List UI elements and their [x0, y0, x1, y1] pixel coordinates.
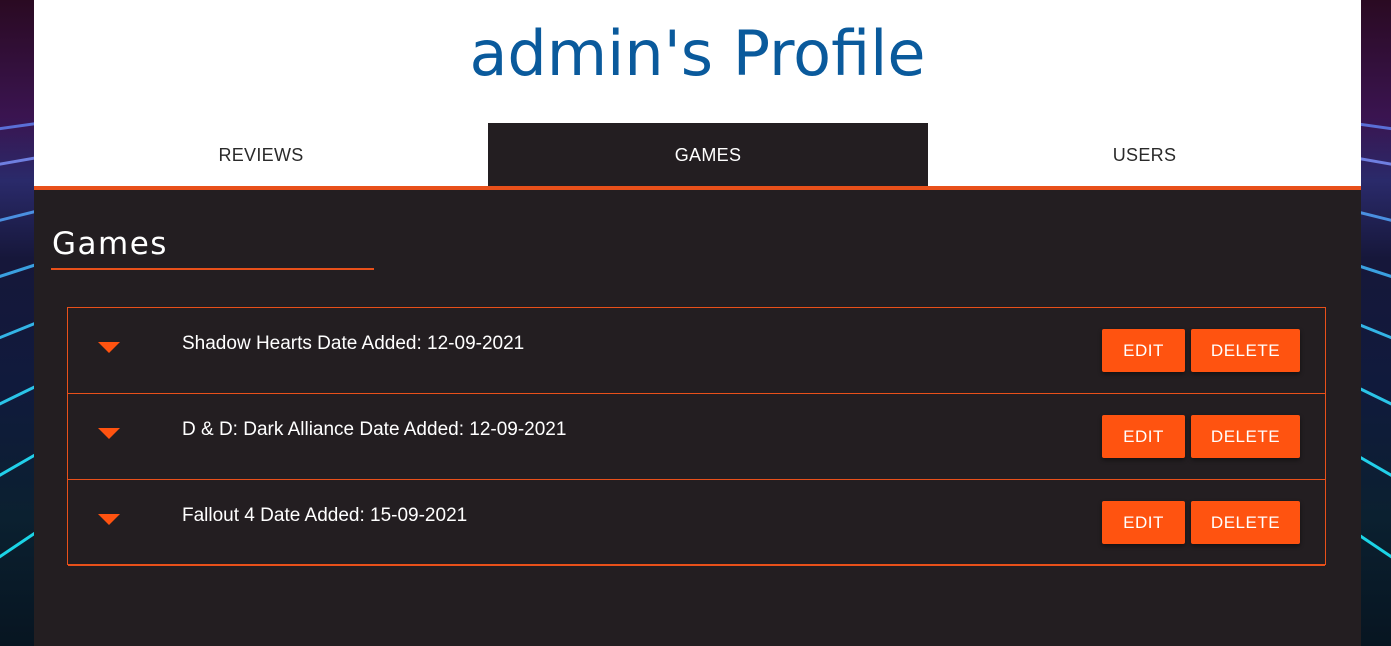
list-item: Shadow Hearts Date Added: 12-09-2021 EDI… [68, 308, 1325, 394]
game-title: Fallout 4 Date Added: 15-09-2021 [182, 505, 468, 526]
profile-tabs: REVIEWS GAMES USERS [34, 123, 1361, 187]
game-title: Shadow Hearts Date Added: 12-09-2021 [182, 333, 525, 354]
game-title: D & D: Dark Alliance Date Added: 12-09-2… [182, 419, 567, 440]
section-divider [51, 268, 374, 270]
delete-button[interactable]: DELETE [1191, 329, 1300, 372]
caret-down-icon[interactable] [98, 514, 120, 526]
tab-users[interactable]: USERS [928, 123, 1361, 187]
edit-button[interactable]: EDIT [1102, 415, 1185, 458]
tab-games[interactable]: GAMES [488, 123, 928, 187]
profile-header: admin's Profile REVIEWS GAMES USERS [34, 0, 1361, 187]
profile-panel: admin's Profile REVIEWS GAMES USERS Game… [34, 0, 1361, 646]
tab-indicator-bar [34, 186, 1361, 190]
edit-button[interactable]: EDIT [1102, 329, 1185, 372]
section-heading: Games [52, 226, 168, 262]
list-item: D & D: Dark Alliance Date Added: 12-09-2… [68, 394, 1325, 480]
tab-reviews[interactable]: REVIEWS [34, 123, 488, 187]
page-title: admin's Profile [469, 17, 926, 90]
delete-button[interactable]: DELETE [1191, 415, 1300, 458]
list-item: Fallout 4 Date Added: 15-09-2021 EDIT DE… [68, 480, 1325, 566]
edit-button[interactable]: EDIT [1102, 501, 1185, 544]
caret-down-icon[interactable] [98, 428, 120, 440]
games-list: Shadow Hearts Date Added: 12-09-2021 EDI… [67, 307, 1326, 566]
delete-button[interactable]: DELETE [1191, 501, 1300, 544]
caret-down-icon[interactable] [98, 342, 120, 354]
